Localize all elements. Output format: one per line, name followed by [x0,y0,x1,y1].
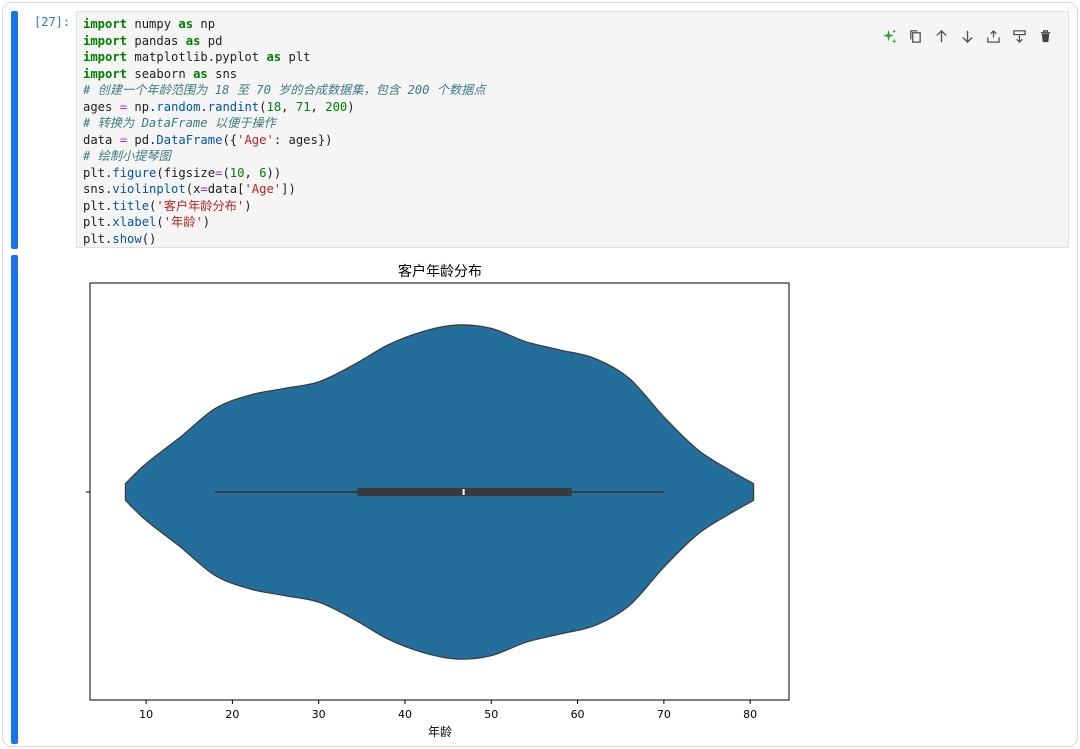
plot-output: 客户年龄分布 10 20 30 40 50 60 70 80 年龄 [78,255,808,749]
median-marker [462,489,465,495]
insert-above-icon [986,29,1000,43]
code-line: plt.figure(figsize=(10, 6)) [83,165,282,180]
code-line: sns.violinplot(x=data['Age']) [83,182,296,196]
code-text[interactable]: import numpy as np import pandas as pd i… [83,16,486,247]
execution-count: [27]: [34,15,71,29]
code-editor[interactable]: import numpy as np import pandas as pd i… [76,11,1069,248]
move-down-button[interactable] [958,27,976,45]
cell-toolbar [880,27,1054,45]
x-tick-label: 40 [398,708,412,721]
x-tick-label: 10 [139,708,153,721]
insert-below-button[interactable] [1010,27,1028,45]
code-line: # 转换为 DataFrame 以便于操作 [83,116,276,130]
x-tick-label: 50 [484,708,498,721]
x-tick-label: 20 [225,708,239,721]
code-line: ages = np.random.randint(18, 71, 200) [83,99,355,114]
sparkle-icon [882,28,897,44]
move-down-icon [961,30,973,43]
delete-icon [1040,29,1050,42]
code-line: plt.show() [83,231,157,246]
generate-button[interactable] [880,27,898,45]
duplicate-icon [909,29,921,43]
output-selection-bar[interactable] [11,255,18,744]
duplicate-button[interactable] [906,27,924,45]
code-line: import seaborn as sns [83,66,238,81]
x-tick-label: 80 [743,708,757,721]
x-tick-label: 30 [312,708,326,721]
code-line: # 创建一个年龄范围为 18 至 70 岁的合成数据集，包含 200 个数据点 [83,83,486,97]
move-up-icon [935,29,947,42]
code-line: data = pd.DataFrame({'Age': ages}) [83,132,333,147]
code-line: # 绘制小提琴图 [83,149,171,163]
insert-above-button[interactable] [984,27,1002,45]
chart-title: 客户年龄分布 [398,263,482,280]
code-line: import numpy as np [83,17,216,31]
move-up-button[interactable] [932,27,950,45]
x-tick-label: 60 [571,708,585,721]
cell-selection-bar[interactable] [11,11,18,249]
violin-chart: 客户年龄分布 10 20 30 40 50 60 70 80 年龄 [86,263,790,739]
delete-button[interactable] [1036,27,1054,45]
code-line: import pandas as pd [83,33,223,48]
insert-below-icon [1012,29,1026,43]
code-line: plt.xlabel('年龄') [83,215,211,229]
x-axis-label: 年龄 [428,725,452,739]
code-line: import matplotlib.pyplot as plt [83,50,311,64]
code-line: plt.title('客户年龄分布') [83,198,252,213]
x-tick-label: 70 [657,708,671,721]
